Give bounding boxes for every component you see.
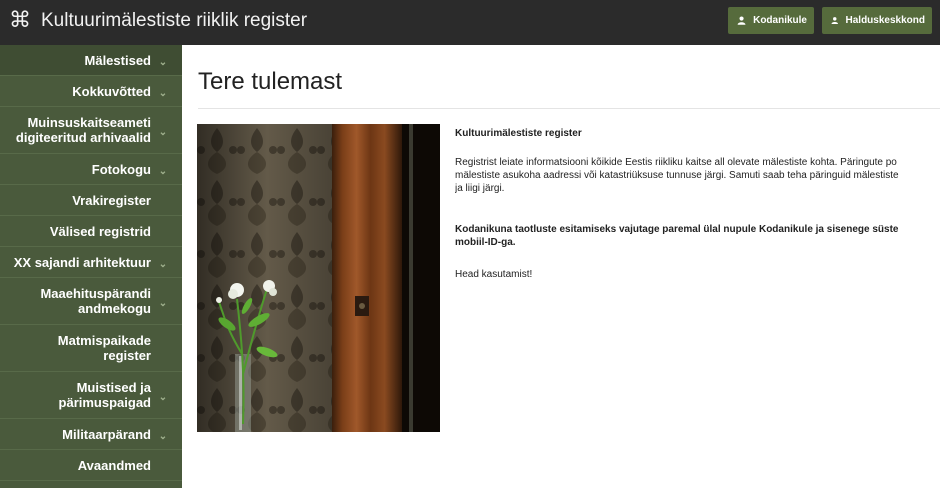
- citizen-button-label: Kodanikule: [753, 15, 807, 26]
- closing-text: Head kasutamist!: [455, 269, 533, 280]
- admin-environment-button-label: Halduskeskkond: [845, 15, 925, 26]
- sidebar-item-label: Avaandmed: [77, 458, 151, 473]
- chevron-down-icon: ⌄: [158, 166, 168, 177]
- sidebar-item-kokkuvotted[interactable]: Kokkuvõtted ⌄: [0, 76, 182, 107]
- intro-paragraph-line: mälestiste asukoha aadressi või katastri…: [455, 170, 899, 181]
- top-navbar: ⌘ Kultuurimälestiste riiklik register Ko…: [0, 0, 940, 45]
- sidebar-item-label: Välised registrid: [49, 224, 151, 239]
- sidebar-item-label: Mälestised: [84, 53, 151, 68]
- user-icon: [737, 16, 746, 25]
- sidebar-item-label: Muinsuskaitseameti digiteeritud arhivaali…: [15, 115, 151, 145]
- sidebar-item-fotokogu[interactable]: Fotokogu ⌄: [0, 154, 182, 185]
- page-title: Tere tulemast: [198, 68, 343, 95]
- user-icon: [831, 17, 838, 24]
- chevron-down-icon: ⌄: [158, 298, 168, 309]
- intro-paragraph-line: ja liigi järgi.: [455, 183, 505, 194]
- flower-vase-photo: [197, 124, 440, 432]
- chevron-down-icon: ⌄: [158, 392, 168, 403]
- intro-paragraph-line: Registrist leiate informatsiooni kõikide…: [455, 157, 897, 168]
- sidebar-item-label: Vrakiregister: [72, 193, 151, 208]
- intro-heading: Kultuurimälestiste register: [455, 128, 582, 139]
- admin-environment-button[interactable]: Halduskeskkond: [822, 7, 932, 34]
- chevron-down-icon: ⌄: [158, 431, 168, 442]
- chevron-down-icon: ⌄: [158, 259, 168, 270]
- sidebar-item-maaehituspärandi-andmekogu[interactable]: Maaehituspärandi andmekogu ⌄: [0, 278, 182, 325]
- sidebar-item-valised-registrid[interactable]: Välised registrid: [0, 216, 182, 247]
- sidebar-item-label: Maaehituspärandi andmekogu: [40, 286, 151, 316]
- sidebar-item-label: XX sajandi arhitektuur: [13, 255, 151, 270]
- app-title: Kultuurimälestiste riiklik register: [41, 10, 308, 31]
- citizen-instructions-line: Kodanikuna taotluste esitamiseks vajutag…: [455, 224, 899, 235]
- sidebar-item-label: Kokkuvõtted: [72, 84, 151, 99]
- sidebar-nav: Mälestised ⌄ Kokkuvõtted ⌄ Muinsuskaitse…: [0, 45, 182, 488]
- chevron-down-icon: ⌄: [158, 127, 168, 138]
- sidebar-item-xx-sajandi-arhitektuur[interactable]: XX sajandi arhitektuur ⌄: [0, 247, 182, 278]
- sidebar-item-avaandmed[interactable]: Avaandmed: [0, 450, 182, 481]
- sidebar-item-muistised-parimuspaigad[interactable]: Muistised ja pärimuspaigad ⌄: [0, 372, 182, 419]
- chevron-down-icon: ⌄: [158, 88, 168, 99]
- sidebar-item-malestised[interactable]: Mälestised ⌄: [0, 45, 182, 76]
- chevron-down-icon: ⌄: [158, 57, 168, 68]
- citizen-button[interactable]: Kodanikule: [728, 7, 814, 34]
- divider: [198, 108, 940, 109]
- command-icon: ⌘: [9, 8, 31, 33]
- sidebar-item-vrakiregister[interactable]: Vrakiregister: [0, 185, 182, 216]
- sidebar-item-label: Muistised ja pärimuspaigad: [58, 380, 151, 410]
- citizen-instructions-line: mobiil-ID-ga.: [455, 237, 516, 248]
- brand[interactable]: ⌘ Kultuurimälestiste riiklik register: [7, 8, 307, 34]
- sidebar-item-label: Militaarpärand: [62, 427, 151, 442]
- sidebar-item-digiteeritud-arhivaalid[interactable]: Muinsuskaitseameti digiteeritud arhivaali…: [0, 107, 182, 154]
- sidebar-item-label: Matmispaikade register: [57, 333, 151, 363]
- sidebar-item-matmispaikade-register[interactable]: Matmispaikade register: [0, 325, 182, 372]
- sidebar-item-militaarparand[interactable]: Militaarpärand ⌄: [0, 419, 182, 450]
- sidebar-item-label: Fotokogu: [91, 162, 151, 177]
